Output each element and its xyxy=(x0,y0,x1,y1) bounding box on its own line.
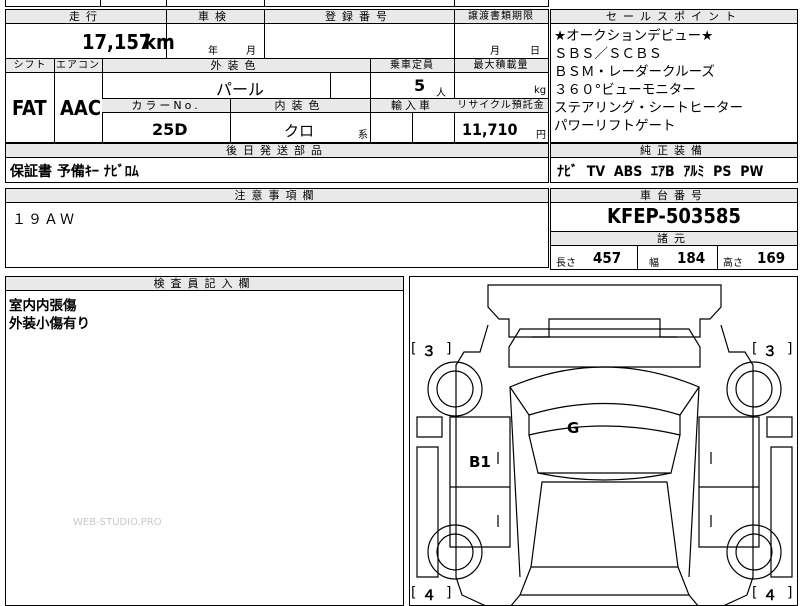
interior-color-value: クロ xyxy=(284,122,315,140)
capacity-value: 5 xyxy=(414,76,426,95)
sales-point-item: ステアリング・シートヒーター xyxy=(554,100,743,116)
mileage-value: 17,157 xyxy=(82,30,152,54)
genuine-equipment-panel: 純正装備 ﾅﾋﾞ TV ABS ｴｱB ｱﾙﾐ PS PW xyxy=(550,143,798,183)
top-partial-row xyxy=(5,0,549,7)
sales-point-item: ３６０°ビューモニター xyxy=(554,82,696,98)
inspection-year: 年 xyxy=(208,46,218,57)
post-shipping-label: 後日発送部品 xyxy=(6,144,548,157)
vehicle-info-block: 走行 車検 登録番号 譲渡書類期限 17,157 km 年 月 月 日 シフト … xyxy=(5,9,549,143)
transfer-deadline-label: 譲渡書類期限 xyxy=(454,10,548,23)
sales-point-item: ＳＢＳ／ＳＣＢＳ xyxy=(554,46,662,62)
height-value: 169 xyxy=(757,249,786,267)
bracket-fl-close: ] xyxy=(446,341,452,357)
exterior-color-label: 外装色 xyxy=(102,59,370,72)
genuine-equipment-value: ﾅﾋﾞ TV ABS ｴｱB ｱﾙﾐ PS PW xyxy=(557,164,764,180)
genuine-equipment-label: 純正装備 xyxy=(551,144,797,157)
width-value: 184 xyxy=(677,249,706,267)
damage-mark-b1: B1 xyxy=(469,453,491,471)
registration-label: 登録番号 xyxy=(264,10,454,23)
mileage-label: 走行 xyxy=(6,10,166,23)
sales-point-item: パワーリフトゲート xyxy=(554,118,676,134)
specs-label: 諸元 xyxy=(551,232,797,245)
post-shipping-value: 保証書 予備ｷｰ ﾅﾋﾞﾛﾑ xyxy=(10,164,139,180)
mark-rear-left: ４ xyxy=(422,588,436,604)
color-no-value: 25D xyxy=(152,120,188,139)
recycle-value: 11,710 xyxy=(462,120,518,139)
capacity-unit: 人 xyxy=(436,88,446,99)
sales-point-item: ★オークションデビュー★ xyxy=(554,28,714,44)
inspection-month: 月 xyxy=(246,46,256,57)
inspector-line-2: 外装小傷有り xyxy=(9,316,90,332)
bracket-fr-open: [ xyxy=(752,341,758,357)
transfer-day: 日 xyxy=(530,46,540,57)
chassis-label: 車台番号 xyxy=(551,189,797,202)
sales-point-item: ＢＳＭ・レーダークルーズ xyxy=(554,64,715,80)
car-diagram-panel: [ ３ ] [ ３ ] [ ４ ] [ ４ ] G B1 xyxy=(409,276,798,606)
width-label: 幅 xyxy=(649,258,659,269)
max-load-label: 最大積載量 xyxy=(454,59,548,72)
aircon-label: エアコン xyxy=(54,59,102,72)
color-no-label: カラーNo. xyxy=(102,99,230,112)
recycle-label: リサイクル預託金 xyxy=(454,99,548,112)
recycle-unit: 円 xyxy=(536,130,546,141)
shift-label: シフト xyxy=(6,59,54,72)
inspection-label: 車検 xyxy=(166,10,264,23)
mileage-unit: km xyxy=(144,30,175,54)
height-label: 高さ xyxy=(723,258,743,269)
damage-mark-g: G xyxy=(567,419,580,437)
car-diagram xyxy=(416,284,793,605)
notes-label: 注意事項欄 xyxy=(6,189,548,202)
chassis-panel: 車台番号 KFEP-503585 諸元 長さ 457 幅 184 高さ 169 xyxy=(550,188,798,270)
bracket-rl-open: [ xyxy=(411,585,417,601)
bracket-fl-open: [ xyxy=(411,341,417,357)
watermark: WEB-STUDIO.PRO xyxy=(73,517,162,528)
sales-points-panel: セールスポイント ★オークションデビュー★ ＳＢＳ／ＳＣＢＳ ＢＳＭ・レーダークルー… xyxy=(550,9,798,143)
post-shipping-panel: 後日発送部品 保証書 予備ｷｰ ﾅﾋﾞﾛﾑ xyxy=(5,143,549,183)
aircon-value: AAC xyxy=(60,96,102,120)
sales-points-list: ★オークションデビュー★ ＳＢＳ／ＳＣＢＳ ＢＳＭ・レーダークルーズ ３６０°ビューモ… xyxy=(554,27,743,135)
inspector-label: 検査員記入欄 xyxy=(6,277,403,290)
interior-color-suffix: 系 xyxy=(358,130,368,141)
sales-points-label: セールスポイント xyxy=(551,10,797,23)
bracket-fr-close: ] xyxy=(787,341,793,357)
import-car-label: 輸入車 xyxy=(370,99,454,112)
interior-color-label: 内装色 xyxy=(230,99,370,112)
bracket-rl-close: ] xyxy=(446,585,452,601)
inspector-line-1: 室内内張傷 xyxy=(9,298,77,314)
mark-rear-right: ４ xyxy=(763,588,777,604)
shift-value: FAT xyxy=(12,96,47,120)
transfer-month: 月 xyxy=(490,46,500,57)
length-label: 長さ xyxy=(556,258,576,269)
notes-panel: 注意事項欄 １９ＡＷ xyxy=(5,188,549,268)
mark-front-right: ３ xyxy=(763,344,777,360)
exterior-color-value: パール xyxy=(216,80,265,99)
chassis-value: KFEP-503585 xyxy=(607,204,741,228)
capacity-label: 乗車定員 xyxy=(370,59,454,72)
bracket-rr-close: ] xyxy=(787,585,793,601)
length-value: 457 xyxy=(593,249,622,267)
mark-front-left: ３ xyxy=(422,344,436,360)
bracket-rr-open: [ xyxy=(752,585,758,601)
inspector-panel: 検査員記入欄 室内内張傷 外装小傷有り WEB-STUDIO.PRO xyxy=(5,276,404,606)
notes-value: １９ＡＷ xyxy=(12,212,76,228)
max-load-unit: kg xyxy=(534,85,547,96)
